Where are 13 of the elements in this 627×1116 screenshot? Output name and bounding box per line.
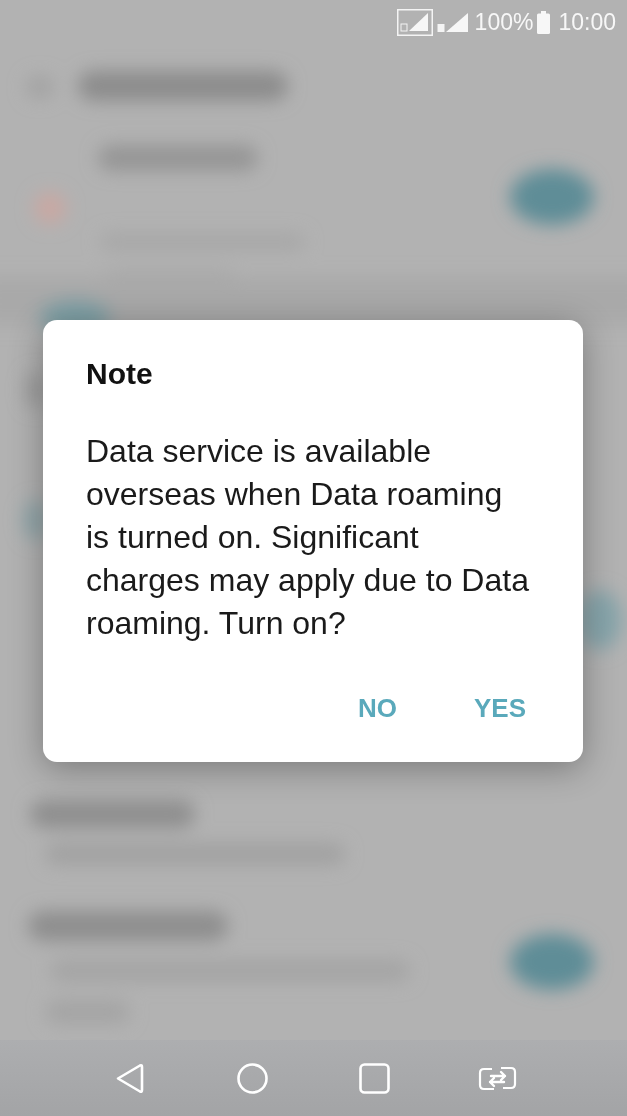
dialog-button[interactable]: NO: [345, 679, 409, 738]
signal-icon: [396, 9, 433, 36]
battery-percentage: 100%: [474, 9, 534, 36]
swap-arrows-icon: [478, 1065, 518, 1091]
dialog-message: Data service is available overseas when Data roaming is turned on. Significant charges may apply due to Data roaming. Turn on?: [86, 432, 530, 643]
recents-icon: [359, 1062, 391, 1094]
dialog-button[interactable]: YES: [461, 679, 538, 738]
battery-icon: [537, 11, 551, 34]
back-icon: [114, 1062, 144, 1094]
signal-icon: [436, 11, 469, 34]
home-icon: [236, 1062, 268, 1094]
clock-time: 10:00: [558, 9, 616, 36]
dialog-title: Note: [86, 356, 154, 392]
